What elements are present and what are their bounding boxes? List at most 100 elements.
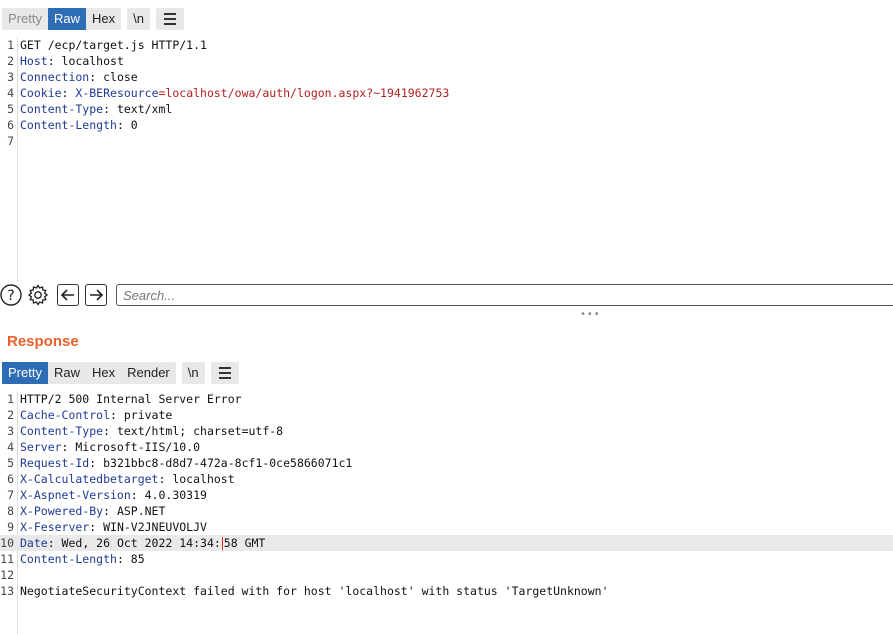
response-line: 11 Content-Length: 85 — [0, 551, 893, 567]
request-editor[interactable]: 1 GET /ecp/target.js HTTP/1.1 2 Host: local… — [0, 37, 893, 149]
text-segment: : text/xml — [103, 102, 173, 116]
line-number: 12 — [0, 568, 14, 582]
arrow-right-icon — [90, 289, 104, 301]
response-tab-render[interactable]: Render — [121, 362, 176, 384]
header-name: Connection — [20, 70, 90, 84]
header-name: Cache-Control — [20, 408, 111, 422]
request-toolbar: Pretty Raw Hex \n — [2, 8, 184, 30]
response-line: 8 X-Powered-By: ASP.NET — [0, 503, 893, 519]
settings-gear-icon[interactable] — [27, 284, 49, 306]
arrow-left-icon — [60, 289, 74, 301]
header-name: Request-Id — [20, 456, 90, 470]
line-content: Content-Length: 85 — [20, 551, 145, 567]
text-cursor — [221, 537, 223, 550]
request-menu-button[interactable] — [155, 8, 184, 30]
header-name: Content-Length — [20, 118, 117, 132]
hamburger-menu-icon — [218, 367, 231, 379]
header-name: X-Feserver — [20, 520, 90, 534]
line-content: Connection: close — [20, 69, 138, 85]
line-content: NegotiateSecurityContext failed with for… — [20, 583, 609, 599]
header-name: Server — [20, 440, 62, 454]
line-content: X-Feserver: WIN-V2JNEUVOLJV — [20, 519, 207, 535]
response-line: 3 Content-Type: text/html; charset=utf-8 — [0, 423, 893, 439]
header-name: Host — [20, 54, 48, 68]
line-number: 4 — [7, 86, 14, 100]
line-content: X-Calculatedbetarget: localhost — [20, 471, 235, 487]
request-search-bar: ? — [0, 283, 893, 307]
request-line: 3 Connection: close — [0, 69, 893, 85]
text-segment: : text/html; charset=utf-8 — [103, 424, 284, 438]
request-tab-raw[interactable]: Raw — [47, 8, 86, 30]
line-content: Host: localhost — [20, 53, 124, 69]
hamburger-menu-icon — [163, 13, 176, 25]
line-number: 5 — [7, 456, 14, 470]
response-tab-hex[interactable]: Hex — [86, 362, 121, 384]
response-line: 13 NegotiateSecurityContext failed with f… — [0, 583, 893, 599]
text-segment: : Microsoft-IIS/10.0 — [61, 440, 201, 454]
request-line: 7 — [0, 133, 893, 149]
line-content: Server: Microsoft-IIS/10.0 — [20, 439, 200, 455]
response-line: 9 X-Feserver: WIN-V2JNEUVOLJV — [0, 519, 893, 535]
request-line: 5 Content-Type: text/xml — [0, 101, 893, 117]
header-name: X-Powered-By — [20, 504, 104, 518]
response-line: 12 — [0, 567, 893, 583]
text-segment: : b321bbc8-d8d7-472a-8cf1-0ce5866071c1 — [89, 456, 353, 470]
line-content: Content-Type: text/xml — [20, 101, 172, 117]
request-tab-pretty[interactable]: Pretty — [2, 8, 48, 30]
response-line: 10 Date: Wed, 26 Oct 2022 14:34: 58 GMT — [0, 535, 893, 551]
line-number: 9 — [7, 520, 14, 534]
header-name: X-BEResource — [75, 86, 159, 100]
response-line: 5 Request-Id: b321bbc8-d8d7-472a-8cf1-0ce… — [0, 455, 893, 471]
header-name: Cookie — [20, 86, 62, 100]
text-segment: : localhost — [47, 54, 124, 68]
line-content: Cache-Control: private — [20, 407, 172, 423]
line-number: 11 — [0, 552, 14, 566]
cookie-value: =localhost/owa/auth/logon.aspx?~19419627… — [158, 86, 450, 100]
response-newline-toggle[interactable]: \n — [181, 362, 205, 384]
response-line: 4 Server: Microsoft-IIS/10.0 — [0, 439, 893, 455]
header-name: Date — [20, 536, 48, 550]
text-segment: : close — [89, 70, 138, 84]
line-content: X-Aspnet-Version: 4.0.30319 — [20, 487, 207, 503]
help-icon[interactable]: ? — [0, 284, 22, 306]
response-title: Response — [7, 333, 79, 350]
response-line: 6 X-Calculatedbetarget: localhost — [0, 471, 893, 487]
text-segment: : localhost — [158, 472, 235, 486]
header-name: X-Aspnet-Version — [20, 488, 131, 502]
request-newline-toggle[interactable]: \n — [127, 8, 150, 30]
svg-text:?: ? — [7, 288, 14, 304]
line-number: 8 — [7, 504, 14, 518]
search-input[interactable] — [116, 284, 893, 306]
text-segment: : 4.0.30319 — [130, 488, 207, 502]
response-menu-button[interactable] — [210, 362, 239, 384]
line-number: 5 — [7, 102, 14, 116]
previous-match-button[interactable] — [57, 284, 79, 306]
next-match-button[interactable] — [85, 284, 107, 306]
line-number: 1 — [7, 392, 14, 406]
header-name: Content-Type — [20, 102, 104, 116]
pane-resize-handle[interactable]: ••• — [580, 309, 600, 320]
request-view-tabs: Pretty Raw Hex — [2, 8, 122, 30]
response-editor[interactable]: 1 HTTP/2 500 Internal Server Error 2 Cache-… — [0, 391, 893, 599]
line-number: 6 — [7, 472, 14, 486]
text-segment: : WIN-V2JNEUVOLJV — [89, 520, 207, 534]
header-name: Content-Length — [20, 552, 117, 566]
line-number: 10 — [0, 536, 14, 550]
response-line: 2 Cache-Control: private — [0, 407, 893, 423]
text-segment: GET /ecp/target.js HTTP/1.1 — [20, 38, 207, 52]
line-content: GET /ecp/target.js HTTP/1.1 — [20, 37, 207, 53]
response-tab-raw[interactable]: Raw — [48, 362, 86, 384]
text-segment: : 0 — [116, 118, 138, 132]
request-line: 2 Host: localhost — [0, 53, 893, 69]
response-line: 7 X-Aspnet-Version: 4.0.30319 — [0, 487, 893, 503]
request-tab-hex[interactable]: Hex — [86, 8, 121, 30]
header-name: Content-Type — [20, 424, 104, 438]
line-number: 2 — [7, 54, 14, 68]
line-number: 3 — [7, 70, 14, 84]
request-line: 1 GET /ecp/target.js HTTP/1.1 — [0, 37, 893, 53]
text-segment: : — [61, 86, 76, 100]
response-tab-pretty[interactable]: Pretty — [2, 362, 48, 384]
line-number: 2 — [7, 408, 14, 422]
response-toolbar: Pretty Raw Hex Render \n — [2, 362, 239, 384]
line-number: 7 — [7, 488, 14, 502]
